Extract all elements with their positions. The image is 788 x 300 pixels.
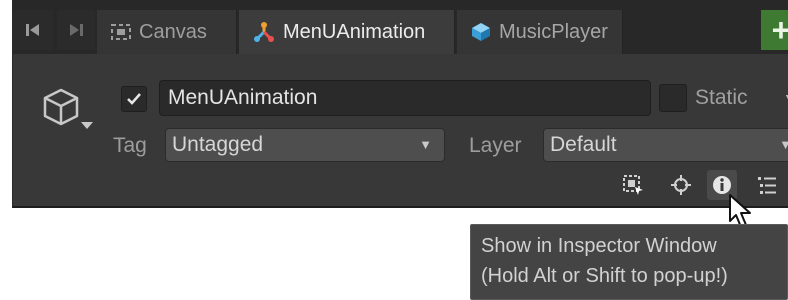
add-tab-button[interactable]: +: [761, 10, 788, 50]
back-button[interactable]: [13, 10, 53, 50]
add-tab-label: +: [771, 12, 788, 48]
active-checkbox[interactable]: [121, 86, 147, 112]
layer-label: Layer: [469, 134, 522, 157]
chevron-down-icon: ▼: [779, 137, 788, 152]
tag-label: Tag: [113, 134, 147, 157]
forward-button[interactable]: [57, 10, 95, 50]
tab-menuanimation[interactable]: MenUAnimation: [239, 10, 455, 54]
layer-dropdown[interactable]: Default ▼: [543, 128, 788, 162]
breadcrumb-tab-bar: Canvas MenUAnimation MusicPlayer +: [13, 0, 788, 54]
scene-header-panel: Canvas MenUAnimation MusicPlayer + MenUA…: [12, 0, 788, 208]
info-icon: [713, 176, 731, 194]
prefab-hierarchy-icon: [254, 22, 274, 42]
list-button[interactable]: [753, 170, 781, 200]
rect-select-button[interactable]: [619, 170, 647, 200]
static-checkbox[interactable]: [659, 84, 687, 112]
object-name-field[interactable]: MenUAnimation: [159, 80, 651, 116]
prefab-cube-icon: [472, 23, 490, 41]
tag-dropdown[interactable]: Untagged ▼: [165, 128, 445, 162]
chevron-down-icon: ▼: [419, 137, 432, 152]
checkmark-icon: [127, 93, 141, 105]
pivot-crosshair-icon: [671, 175, 691, 195]
static-label: Static: [695, 86, 748, 109]
tab-musicplayer[interactable]: MusicPlayer: [457, 10, 623, 54]
pivot-button[interactable]: [667, 170, 695, 200]
rect-select-icon: [623, 175, 643, 195]
canvas-icon: [111, 24, 131, 40]
tab-canvas[interactable]: Canvas: [97, 10, 237, 54]
gameobject-cube-icon[interactable]: [31, 80, 103, 140]
tab-musicplayer-label: MusicPlayer: [499, 20, 608, 43]
tab-menuanimation-label: MenUAnimation: [283, 20, 426, 43]
inspector-tooltip: Show in Inspector Window (Hold Alt or Sh…: [470, 224, 788, 300]
tag-dropdown-value: Untagged: [172, 133, 264, 156]
static-dropdown-arrow-icon[interactable]: ▼: [783, 90, 788, 106]
layer-dropdown-value: Default: [550, 133, 617, 156]
tooltip-line-1: Show in Inspector Window: [481, 235, 717, 257]
skip-back-icon: [26, 24, 39, 36]
tab-canvas-label: Canvas: [139, 20, 207, 43]
list-icon: [758, 177, 776, 194]
skip-forward-icon: [70, 24, 83, 36]
tooltip-line-2: (Hold Alt or Shift to pop-up!): [481, 265, 728, 287]
